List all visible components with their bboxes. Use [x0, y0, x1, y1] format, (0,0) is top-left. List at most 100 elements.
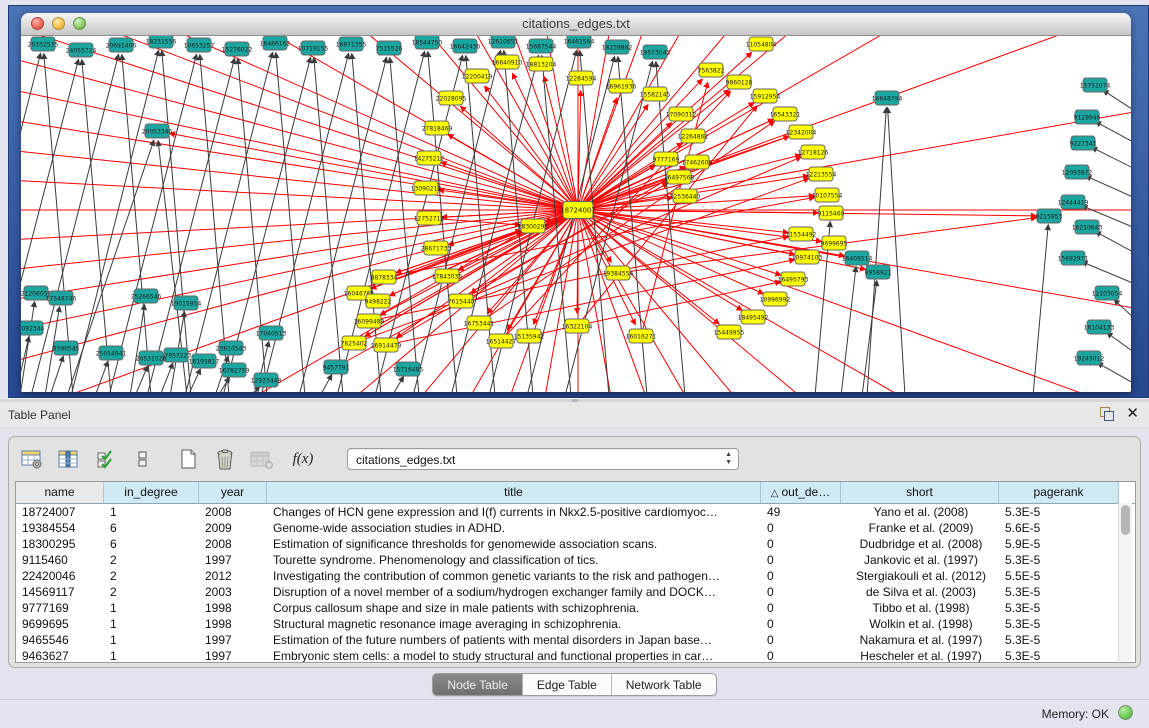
select-all-button[interactable] — [93, 446, 119, 472]
column-header-pagerank[interactable]: pagerank — [999, 482, 1119, 503]
citation-edge-black[interactable] — [1096, 232, 1131, 253]
table-row[interactable]: 969969511998Structural magnetic resonanc… — [16, 616, 1135, 632]
cell-name[interactable]: 9463627 — [16, 648, 104, 663]
float-panel-icon[interactable] — [1099, 406, 1114, 421]
cell-year[interactable]: 2009 — [199, 520, 267, 536]
network-window[interactable]: citations_edges.txt 18724007183002951938… — [21, 13, 1131, 392]
cell-in_degree[interactable]: 1 — [104, 600, 199, 616]
citation-edge-black[interactable] — [1114, 300, 1131, 319]
cell-name[interactable]: 9699695 — [16, 616, 104, 632]
cell-title[interactable]: Disruption of a novel member of a sodium… — [267, 584, 761, 600]
cell-year[interactable]: 1998 — [199, 600, 267, 616]
cell-name[interactable]: 22420046 — [16, 568, 104, 584]
cell-year[interactable]: 1997 — [199, 632, 267, 648]
citation-edge-black[interactable] — [95, 361, 108, 392]
citation-edge-black[interactable] — [862, 281, 877, 392]
citation-edge-red[interactable] — [485, 86, 578, 210]
table-row[interactable]: 2242004622012Investigating the contribut… — [16, 568, 1135, 584]
citation-edge-black[interactable] — [21, 54, 41, 392]
cell-pagerank[interactable]: 5.3E-5 — [999, 504, 1119, 520]
citation-edge-black[interactable] — [122, 55, 151, 392]
cell-title[interactable]: Corpus callosum shape and size in male p… — [267, 600, 761, 616]
citation-edge-black[interactable] — [1033, 225, 1048, 392]
cell-in_degree[interactable]: 2 — [104, 584, 199, 600]
table-scrollbar[interactable] — [1118, 503, 1132, 661]
cell-year[interactable]: 2012 — [199, 568, 267, 584]
citation-edge-black[interactable] — [21, 302, 35, 392]
network-graph-canvas[interactable]: 1872400718300295193845549777169164975681… — [21, 36, 1131, 392]
table-row[interactable]: 1938455462009Genome-wide association stu… — [16, 520, 1135, 536]
citation-edge-red[interactable] — [578, 36, 821, 210]
cell-short[interactable]: de Silva et al. (2003) — [841, 584, 999, 600]
table-row[interactable]: 1830029562008Estimation of significance … — [16, 536, 1135, 552]
cell-name[interactable]: 9465546 — [16, 632, 104, 648]
cell-out_de[interactable]: 0 — [761, 520, 841, 536]
citation-edge-black[interactable] — [1086, 176, 1131, 198]
cell-out_de[interactable]: 0 — [761, 568, 841, 584]
cell-short[interactable]: Wolkin et al. (1998) — [841, 616, 999, 632]
minimize-window-button[interactable] — [52, 17, 65, 30]
cell-in_degree[interactable]: 1 — [104, 632, 199, 648]
citation-edge-red[interactable] — [21, 210, 578, 392]
column-header-name[interactable]: name — [16, 482, 104, 503]
close-panel-icon[interactable]: ✕ — [1126, 406, 1139, 421]
cell-short[interactable]: Yano et al. (2008) — [841, 504, 999, 520]
tab-edge-table[interactable]: Edge Table — [523, 674, 612, 695]
cell-pagerank[interactable]: 5.3E-5 — [999, 616, 1119, 632]
citation-edge-red[interactable] — [21, 137, 578, 210]
cell-short[interactable]: Stergiakouli et al. (2012) — [841, 568, 999, 584]
table-row[interactable]: 911546021997Tourette syndrome. Phenomeno… — [16, 552, 1135, 568]
cell-in_degree[interactable]: 1 — [104, 648, 199, 663]
cell-name[interactable]: 18300295 — [16, 536, 104, 552]
cell-short[interactable]: Hescheler et al. (1997) — [841, 648, 999, 663]
cell-year[interactable]: 1998 — [199, 616, 267, 632]
citation-edge-red[interactable] — [21, 210, 578, 392]
citation-edge-black[interactable] — [50, 357, 63, 392]
citation-edge-black[interactable] — [314, 58, 343, 392]
cell-in_degree[interactable]: 6 — [104, 520, 199, 536]
cell-out_de[interactable]: 0 — [761, 616, 841, 632]
cell-title[interactable]: Genome-wide association studies in ADHD. — [267, 520, 761, 536]
citation-edge-red[interactable] — [21, 210, 578, 392]
citation-edge-red[interactable] — [578, 210, 821, 241]
citation-edge-black[interactable] — [841, 267, 856, 392]
column-header-out_de[interactable]: △out_de… — [761, 482, 841, 503]
citation-edge-red[interactable] — [21, 210, 578, 392]
cell-out_de[interactable]: 49 — [761, 504, 841, 520]
citation-edge-black[interactable] — [1096, 122, 1131, 143]
citation-edge-red[interactable] — [578, 210, 1131, 392]
network-window-titlebar[interactable]: citations_edges.txt — [21, 13, 1131, 36]
show-column-button[interactable] — [56, 446, 82, 472]
citation-edge-red[interactable] — [578, 210, 1131, 392]
unselect-all-button[interactable] — [130, 446, 156, 472]
citation-edge-red[interactable] — [21, 210, 578, 392]
cell-pagerank[interactable]: 5.6E-5 — [999, 520, 1119, 536]
cell-in_degree[interactable]: 1 — [104, 504, 199, 520]
citation-edge-red[interactable] — [21, 210, 578, 392]
citation-edge-black[interactable] — [71, 51, 159, 392]
citation-edge-red[interactable] — [21, 210, 578, 392]
cell-pagerank[interactable]: 5.3E-5 — [999, 632, 1119, 648]
citation-edge-black[interactable] — [867, 108, 886, 392]
cell-short[interactable]: Tibbo et al. (1998) — [841, 600, 999, 616]
table-row[interactable]: 946554611997Estimation of the future num… — [16, 632, 1135, 648]
cell-in_degree[interactable]: 2 — [104, 568, 199, 584]
citation-edge-black[interactable] — [888, 108, 905, 392]
tab-node-table[interactable]: Node Table — [433, 674, 523, 695]
cell-out_de[interactable]: 0 — [761, 632, 841, 648]
cell-pagerank[interactable]: 5.3E-5 — [999, 648, 1119, 663]
zoom-window-button[interactable] — [73, 17, 86, 30]
cell-out_de[interactable]: 0 — [761, 584, 841, 600]
delete-table-button[interactable] — [212, 446, 238, 472]
cell-title[interactable]: Tourette syndrome. Phenomenology and cla… — [267, 552, 761, 568]
cell-short[interactable]: Dudbridge et al. (2008) — [841, 536, 999, 552]
citation-edge-red[interactable] — [21, 210, 578, 392]
cell-name[interactable]: 9777169 — [16, 600, 104, 616]
citation-edge-red[interactable] — [578, 210, 1036, 216]
citation-edge-black[interactable] — [320, 375, 332, 392]
cell-out_de[interactable]: 0 — [761, 536, 841, 552]
tab-network-table[interactable]: Network Table — [612, 674, 716, 695]
cell-out_de[interactable]: 0 — [761, 600, 841, 616]
table-scrollbar-thumb[interactable] — [1121, 505, 1130, 535]
citation-edge-red[interactable] — [578, 210, 794, 254]
